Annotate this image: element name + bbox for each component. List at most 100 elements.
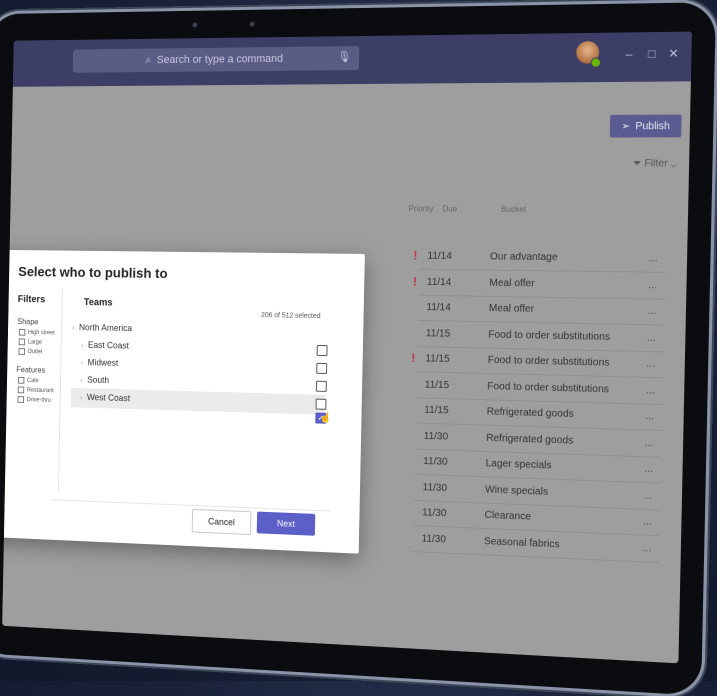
team-checkbox-extra[interactable]: [315, 398, 327, 410]
filter-option[interactable]: High street: [18, 328, 55, 336]
filter-option[interactable]: Outlet: [18, 348, 42, 355]
chevron-right-icon[interactable]: ›: [80, 378, 82, 385]
presence-available-icon: [590, 57, 602, 68]
dialog-divider: [50, 499, 331, 512]
more-options-button[interactable]: ...: [644, 490, 653, 502]
more-options-button[interactable]: ...: [647, 332, 656, 344]
next-button[interactable]: Next: [256, 511, 316, 536]
bucket-name: Lager specials: [485, 458, 552, 472]
checkbox[interactable]: [18, 348, 25, 355]
filter-option-label: Cafe: [27, 377, 39, 384]
main-content: ➢ Publish ⏷ Filter ⌄ Priority Due Bucket…: [2, 81, 691, 664]
team-item-midwest[interactable]: › Midwest: [81, 357, 119, 368]
column-header-bucket[interactable]: Bucket: [501, 205, 526, 214]
more-options-button[interactable]: ...: [644, 463, 653, 475]
bucket-name: Meal offer: [488, 303, 535, 315]
filter-option-label: High street: [27, 329, 55, 336]
bucket-name: Meal offer: [489, 277, 535, 289]
filters-panel: Filters Shape High street Large Outlet F…: [2, 287, 63, 492]
chevron-right-icon[interactable]: ›: [80, 395, 82, 402]
table-row[interactable]: ! 11/14 Our advantage...: [413, 244, 667, 273]
publish-button[interactable]: ➢ Publish: [609, 114, 682, 138]
team-checkbox-south[interactable]: [315, 380, 327, 392]
more-options-button[interactable]: ...: [646, 358, 655, 370]
filter-option-label: Outlet: [27, 348, 43, 355]
due-date: 11/14: [426, 276, 452, 288]
more-options-button[interactable]: ...: [642, 542, 651, 554]
chevron-down-icon: ⌄: [670, 158, 677, 170]
filter-option[interactable]: Restaurant: [17, 386, 54, 394]
checkbox[interactable]: [17, 386, 25, 394]
more-options-button[interactable]: ...: [643, 516, 652, 528]
filter-button[interactable]: ⏷ Filter ⌄: [633, 158, 677, 169]
bucket-name: Food to order substitutions: [487, 380, 610, 395]
team-item-north-america[interactable]: › North America: [72, 322, 132, 333]
selected-count: 206 of 512 selected: [261, 312, 321, 321]
dialog-title: Select who to publish to: [18, 263, 168, 282]
chevron-right-icon[interactable]: ›: [72, 325, 74, 332]
team-label: West Coast: [86, 392, 131, 404]
team-item-west-coast[interactable]: › West Coast: [80, 392, 130, 403]
team-label: Midwest: [87, 357, 119, 368]
filter-option-label: Drive-thru: [26, 396, 51, 404]
more-options-button[interactable]: ...: [648, 279, 657, 290]
filter-option[interactable]: Cafe: [17, 376, 39, 384]
send-icon: ➢: [621, 120, 631, 132]
publish-dialog: Select who to publish to Filters Shape H…: [2, 249, 365, 554]
checkbox[interactable]: [17, 396, 25, 403]
bucket-name: Food to order substitutions: [487, 354, 610, 369]
more-options-button[interactable]: ...: [647, 306, 656, 318]
team-label: East Coast: [87, 339, 129, 351]
bucket-name: Wine specials: [484, 483, 549, 498]
more-options-button[interactable]: ...: [645, 411, 654, 423]
search-placeholder: Search or type a command: [156, 52, 284, 67]
close-button[interactable]: ✕: [668, 46, 679, 61]
table-row[interactable]: 11/14 Meal offer...: [418, 295, 666, 326]
chevron-right-icon[interactable]: ›: [81, 360, 83, 367]
bucket-name: Our advantage: [489, 251, 558, 264]
bucket-name: Refrigerated goods: [486, 432, 574, 447]
more-options-button[interactable]: ...: [649, 253, 658, 264]
filter-option[interactable]: Drive-thru: [17, 396, 51, 404]
cancel-button[interactable]: Cancel: [191, 508, 252, 535]
mic-icon[interactable]: 🎙: [337, 50, 351, 63]
filter-group-features: Features: [16, 365, 46, 375]
filter-option[interactable]: Large: [18, 338, 42, 346]
table-row[interactable]: ! 11/14 Meal offer...: [413, 270, 666, 300]
priority-icon: !: [413, 248, 418, 263]
checkbox[interactable]: [18, 338, 26, 346]
tablet-frame: ⌕ Search or type a command 🎙 – □ ✕ ➢ Pub…: [0, 2, 716, 696]
minimize-button[interactable]: –: [625, 47, 632, 61]
due-date: 11/30: [422, 507, 447, 520]
more-options-button[interactable]: ...: [646, 385, 655, 397]
due-date: 11/15: [424, 378, 450, 391]
due-date: 11/30: [421, 532, 447, 545]
due-date: 11/14: [426, 301, 451, 314]
team-item-east-coast[interactable]: › East Coast: [81, 340, 129, 351]
teams-title: Teams: [83, 297, 113, 309]
mouse-pointer-icon: ☝: [319, 412, 332, 424]
checkbox[interactable]: [17, 376, 25, 384]
search-icon: ⌕: [145, 53, 152, 66]
publish-label: Publish: [635, 120, 671, 132]
team-checkbox-midwest[interactable]: [316, 362, 328, 375]
chevron-right-icon[interactable]: ›: [81, 343, 83, 350]
column-header-due[interactable]: Due: [442, 204, 457, 213]
bucket-name: Seasonal fabrics: [483, 535, 560, 550]
app-screen: ⌕ Search or type a command 🎙 – □ ✕ ➢ Pub…: [2, 31, 692, 664]
maximize-button[interactable]: □: [648, 47, 656, 62]
due-date: 11/30: [423, 430, 449, 443]
checkbox[interactable]: [18, 328, 26, 336]
more-options-button[interactable]: ...: [645, 437, 654, 449]
team-checkbox-east-coast[interactable]: [316, 344, 328, 357]
filter-group-shape: Shape: [17, 317, 39, 327]
team-item-south[interactable]: › South: [80, 375, 109, 385]
filter-option-label: Large: [27, 339, 42, 346]
due-date: 11/30: [422, 481, 448, 494]
team-label: South: [87, 374, 110, 386]
filter-option-label: Restaurant: [26, 387, 54, 394]
column-header-priority[interactable]: Priority: [408, 204, 433, 213]
bucket-name: Refrigerated goods: [486, 406, 574, 421]
search-bar[interactable]: ⌕ Search or type a command 🎙: [72, 46, 360, 73]
title-bar: ⌕ Search or type a command 🎙 – □ ✕: [12, 31, 692, 87]
